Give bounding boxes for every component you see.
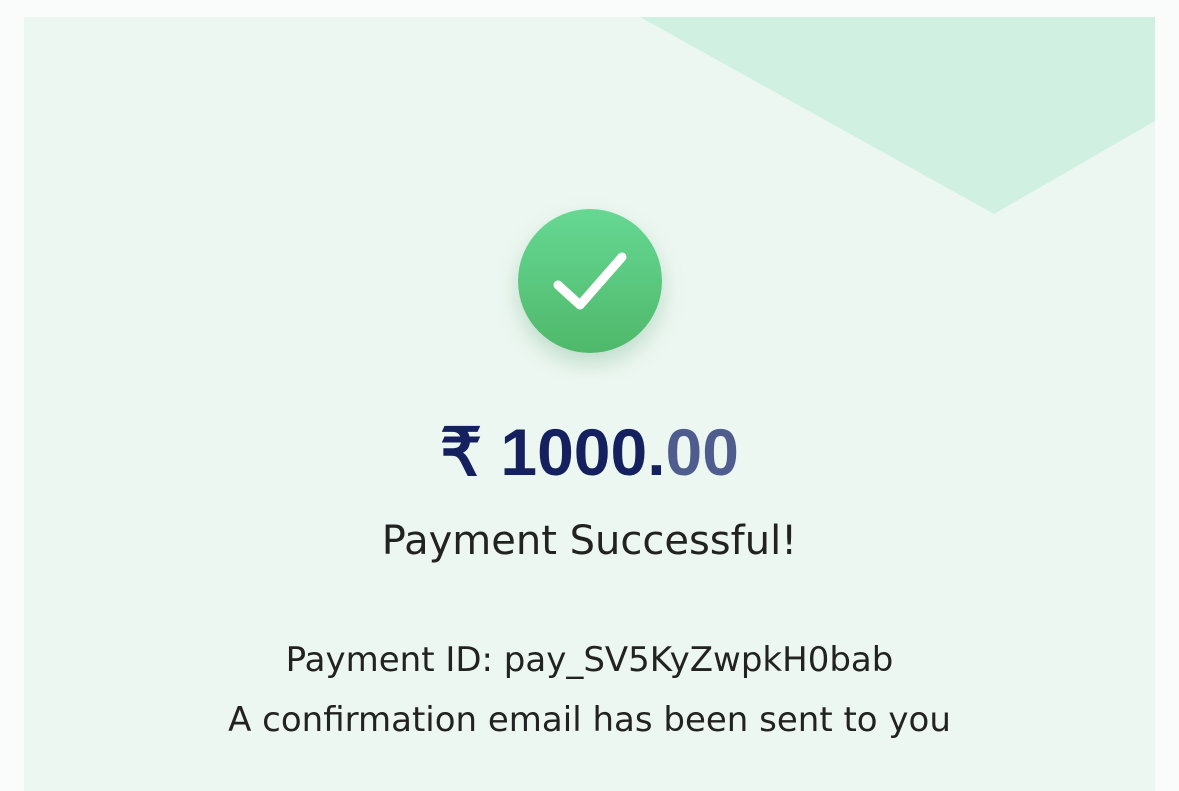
payment-success-card: ₹ 1000.00 Payment Successful! Payment ID… xyxy=(24,17,1155,791)
currency-symbol: ₹ xyxy=(440,415,483,489)
payment-success-page: ₹ 1000.00 Payment Successful! Payment ID… xyxy=(0,0,1179,791)
confirmation-message: A confirmation email has been sent to yo… xyxy=(228,700,951,740)
check-circle-icon xyxy=(518,209,662,353)
amount-paise: 00 xyxy=(665,415,739,489)
amount-main: 1000. xyxy=(500,415,666,489)
top-strip xyxy=(0,0,1179,17)
payment-amount: ₹ 1000.00 xyxy=(24,407,1155,497)
payment-id-text: Payment ID: pay_SV5KyZwpkH0bab xyxy=(285,640,894,680)
payment-status-text: Payment Successful! xyxy=(381,518,798,564)
